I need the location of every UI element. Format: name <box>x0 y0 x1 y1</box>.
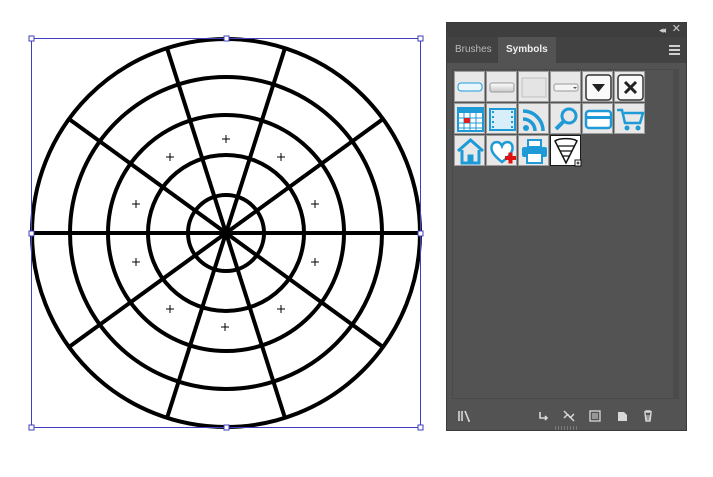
tab-symbols[interactable]: Symbols <box>498 37 556 63</box>
handle-bottom-right[interactable] <box>417 424 424 431</box>
button-icon <box>521 77 547 98</box>
handle-bottom-center[interactable] <box>223 424 230 431</box>
handle-top-right[interactable] <box>417 35 424 42</box>
delete-icon[interactable] <box>641 409 655 423</box>
symbol-options-icon[interactable] <box>588 409 602 423</box>
tab-brushes[interactable]: Brushes <box>447 37 500 63</box>
close-icon[interactable]: ✕ <box>672 23 681 36</box>
symbol-dropdown-arrow[interactable] <box>582 71 613 102</box>
spoke-8 <box>67 117 228 235</box>
handle-top-left[interactable] <box>28 35 35 42</box>
symbol-button-flat-blue[interactable] <box>454 71 485 102</box>
symbol-button-dropdown-small[interactable] <box>550 71 581 102</box>
close-icon <box>617 74 644 101</box>
home-icon <box>457 138 484 165</box>
spoke-7 <box>67 231 228 349</box>
symbol-button-plain[interactable] <box>518 71 549 102</box>
symbol-libraries-icon[interactable] <box>457 409 471 423</box>
double-chevron-icon[interactable]: ◂◂ <box>659 24 666 36</box>
credit-card-icon <box>584 109 613 130</box>
symbol-calendar[interactable] <box>454 103 485 134</box>
symbol-close-x[interactable] <box>614 71 645 102</box>
panel-menu-icon[interactable] <box>669 45 680 55</box>
film-icon <box>489 108 516 131</box>
panel-title-bar[interactable]: ◂◂ ✕ <box>447 23 686 37</box>
cart-icon <box>617 108 645 131</box>
calendar-icon <box>457 107 484 132</box>
new-symbol-icon[interactable] <box>615 409 629 423</box>
symbol-rss[interactable] <box>518 103 549 134</box>
spoke-3 <box>224 117 385 235</box>
cone-icon <box>554 137 582 167</box>
chevron-down-icon <box>585 74 612 101</box>
symbol-credit-card[interactable] <box>582 103 613 134</box>
button-icon <box>553 83 579 92</box>
symbol-cone-segment[interactable] <box>550 135 582 167</box>
handle-top-center[interactable] <box>223 35 230 42</box>
symbols-grid <box>452 69 679 399</box>
scrollbar[interactable] <box>673 70 679 398</box>
symbols-panel: ◂◂ ✕ Brushes Symbols <box>446 22 687 431</box>
break-link-icon[interactable] <box>562 409 576 423</box>
panel-tab-bar: Brushes Symbols <box>447 37 686 63</box>
resize-grip[interactable] <box>555 426 577 430</box>
panel-footer-toolbar <box>447 400 686 430</box>
symbol-home[interactable] <box>454 135 485 166</box>
symbol-heart-plus[interactable] <box>486 135 517 166</box>
handle-middle-left[interactable] <box>28 230 35 237</box>
place-symbol-icon[interactable] <box>536 409 550 423</box>
button-icon <box>489 82 515 93</box>
polar-grid-drawing[interactable] <box>30 37 422 429</box>
symbol-shopping-cart[interactable] <box>614 103 645 134</box>
heart-plus-icon <box>490 140 516 164</box>
handle-middle-right[interactable] <box>417 230 424 237</box>
button-icon <box>457 82 483 92</box>
symbol-button-gradient[interactable] <box>486 71 517 102</box>
spoke-4 <box>224 231 385 349</box>
search-icon <box>554 107 578 131</box>
rss-icon <box>522 109 545 132</box>
printer-icon <box>522 139 547 164</box>
symbol-printer[interactable] <box>518 135 549 166</box>
symbol-film[interactable] <box>486 103 517 134</box>
symbol-search[interactable] <box>550 103 581 134</box>
handle-bottom-left[interactable] <box>28 424 35 431</box>
